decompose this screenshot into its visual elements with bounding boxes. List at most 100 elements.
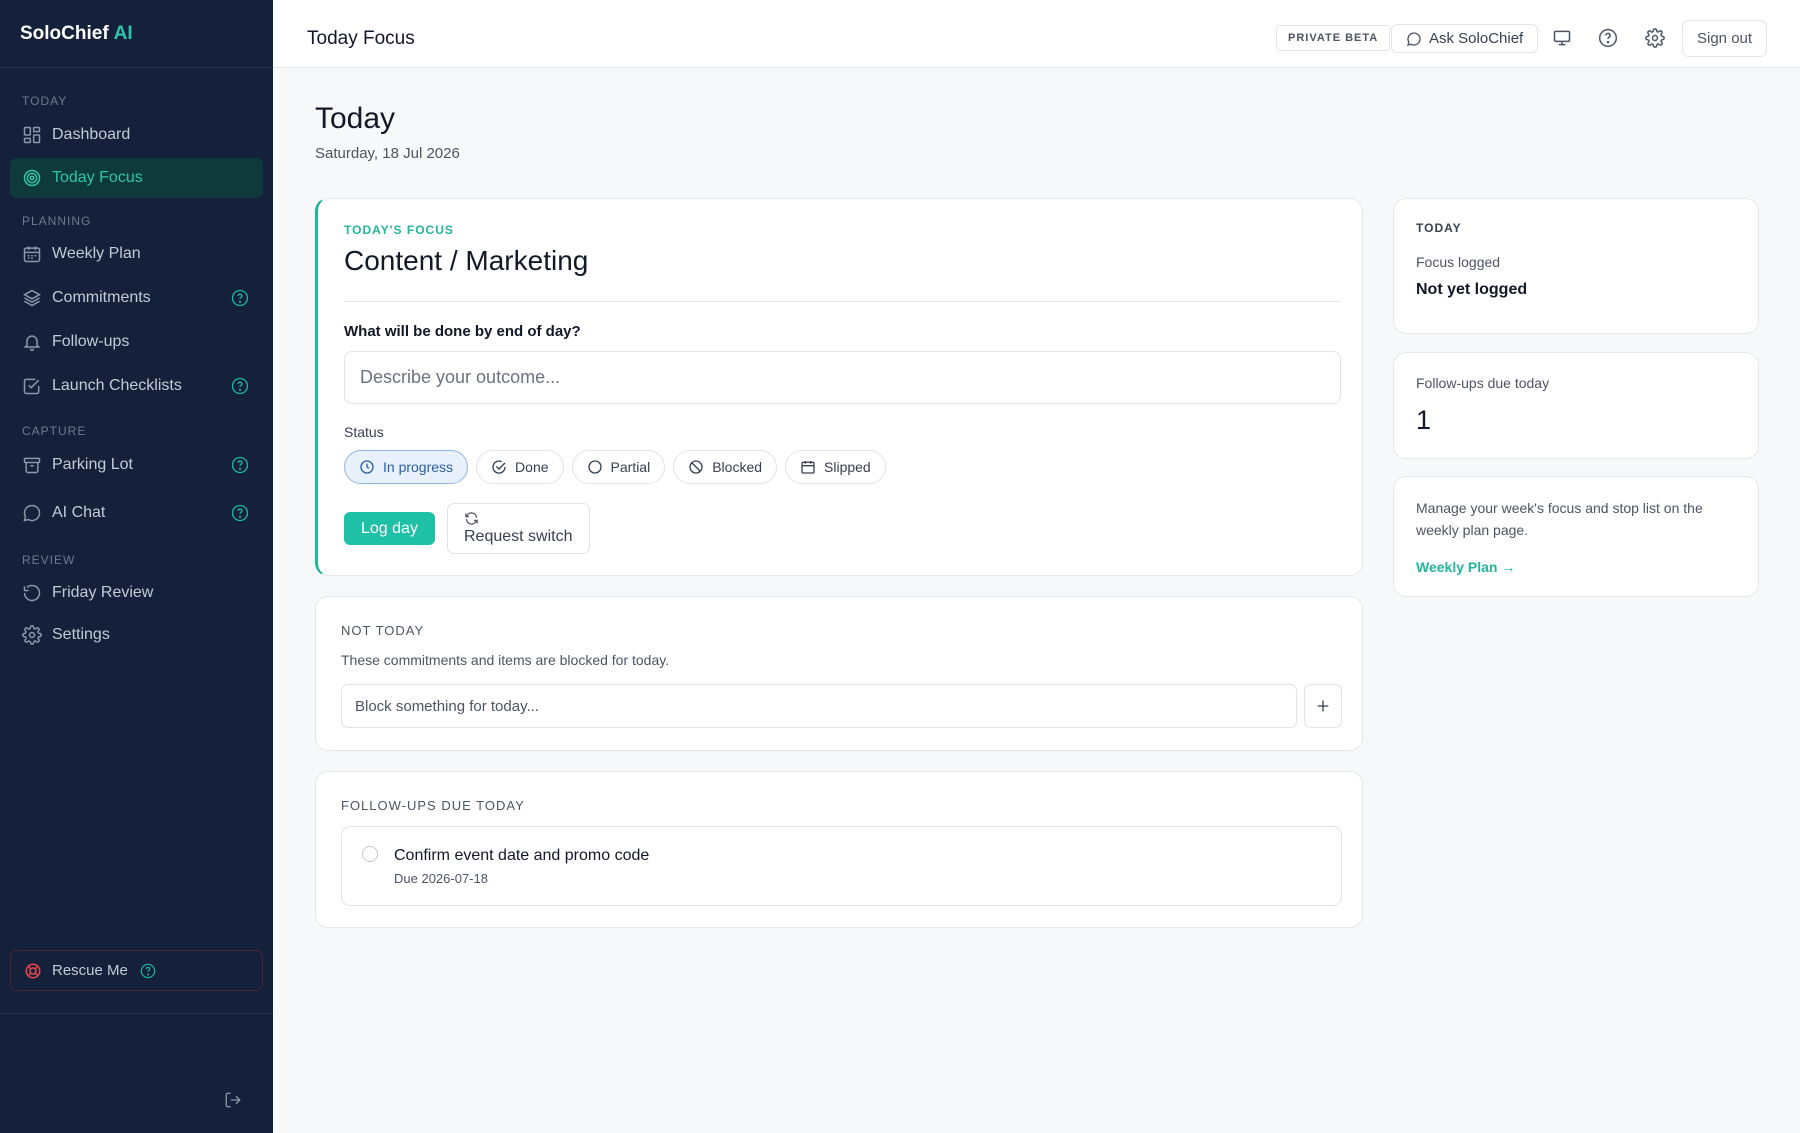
logout-icon[interactable]: [224, 1091, 242, 1109]
sidebar-item-commitments[interactable]: Commitments: [10, 278, 263, 318]
chat-icon: [1407, 31, 1421, 46]
ask-solochief-button[interactable]: Ask SoloChief: [1391, 24, 1539, 53]
sidebar-item-label: Today Focus: [52, 169, 143, 186]
nav-section-capture: CAPTURE: [22, 424, 87, 438]
sidebar-item-label: Parking Lot: [52, 456, 133, 473]
sidebar-item-weekly-plan[interactable]: Weekly Plan: [10, 234, 263, 274]
sidebar-item-label: Weekly Plan: [52, 245, 141, 262]
status-options: In progress Done Partial Blocked Slipped: [344, 450, 886, 484]
status-label: Status: [344, 424, 384, 440]
help-icon[interactable]: [231, 456, 249, 474]
target-icon: [23, 169, 41, 187]
sidebar-item-label: Dashboard: [52, 126, 131, 143]
sidebar-divider: [0, 1013, 273, 1014]
help-icon[interactable]: [140, 963, 156, 979]
request-switch-button[interactable]: Request switch: [447, 503, 590, 554]
status-partial[interactable]: Partial: [571, 450, 666, 484]
help-icon[interactable]: [231, 377, 249, 395]
private-beta-badge: PRIVATE BETA: [1276, 25, 1391, 51]
clock-icon: [360, 460, 374, 474]
topbar-title: Today Focus: [307, 28, 415, 49]
sidebar-item-label: Settings: [52, 626, 110, 643]
rescue-me-button[interactable]: Rescue Me: [10, 950, 263, 991]
weekly-plan-link[interactable]: Weekly Plan →: [1416, 559, 1515, 575]
ask-solochief-label: Ask SoloChief: [1429, 30, 1524, 47]
help-icon[interactable]: [231, 289, 249, 307]
weekly-plan-description: Manage your week's focus and stop list o…: [1416, 500, 1703, 538]
sidebar-item-label: Follow-ups: [52, 333, 130, 350]
log-day-button[interactable]: Log day: [344, 512, 435, 545]
monitor-icon[interactable]: [1552, 28, 1572, 48]
focus-divider: [344, 301, 1341, 302]
nav-section-today: TODAY: [22, 94, 68, 108]
brand-accent: AI: [113, 22, 133, 44]
calendar-icon: [801, 461, 815, 474]
nav-section-planning: PLANNING: [22, 214, 92, 228]
sidebar-item-launch-checklists[interactable]: Launch Checklists: [10, 366, 263, 406]
not-today-label: NOT TODAY: [341, 623, 425, 638]
status-label-text: In progress: [383, 459, 454, 475]
sidebar-item-follow-ups[interactable]: Follow-ups: [10, 322, 263, 362]
archive-icon: [23, 457, 41, 474]
not-today-card: NOT TODAY These commitments and items ar…: [315, 596, 1363, 751]
plus-icon: [1317, 700, 1329, 712]
status-label-text: Blocked: [712, 459, 763, 475]
outcome-question: What will be done by end of day?: [344, 323, 581, 340]
sidebar-item-label: Launch Checklists: [52, 377, 182, 394]
nav-section-review: REVIEW: [22, 553, 76, 567]
followups-due-card: FOLLOW-UPS DUE TODAY Confirm event date …: [315, 771, 1363, 928]
followups-count-value: 1: [1416, 405, 1432, 435]
list-item[interactable]: Confirm event date and promo code Due 20…: [341, 826, 1342, 906]
status-blocked[interactable]: Blocked: [673, 450, 778, 484]
todays-focus-card: TODAY'S FOCUS Content / Marketing What w…: [315, 198, 1363, 576]
page-date: Saturday, 18 Jul 2026: [315, 145, 460, 162]
sidebar-item-label: Friday Review: [52, 584, 154, 601]
outcome-input[interactable]: [344, 351, 1341, 404]
status-done[interactable]: Done: [476, 450, 564, 484]
calendar-icon: [23, 246, 41, 263]
status-in-progress[interactable]: In progress: [344, 450, 469, 484]
refresh-icon: [465, 512, 478, 525]
sidebar-item-parking-lot[interactable]: Parking Lot: [10, 445, 263, 485]
sidebar-item-dashboard[interactable]: Dashboard: [10, 115, 263, 155]
add-block-button[interactable]: [1304, 684, 1342, 728]
blocked-icon: [689, 460, 703, 474]
status-label-text: Done: [515, 459, 549, 475]
status-label-text: Partial: [610, 459, 651, 475]
sidebar-item-today-focus[interactable]: Today Focus: [10, 158, 263, 198]
lifebuoy-icon: [25, 963, 41, 978]
focus-label: TODAY'S FOCUS: [344, 223, 454, 237]
block-item-input[interactable]: [341, 684, 1297, 728]
topbar: Today Focus PRIVATE BETA Ask SoloChief S…: [273, 0, 1800, 68]
followup-due-date: Due 2026-07-18: [394, 871, 488, 886]
followup-checkbox[interactable]: [362, 846, 378, 862]
today-status-card: TODAY Focus logged Not yet logged: [1393, 198, 1759, 334]
followups-due-label: FOLLOW-UPS DUE TODAY: [341, 798, 525, 813]
history-icon: [23, 584, 41, 602]
request-switch-label: Request switch: [464, 528, 573, 545]
page-title: Today: [315, 102, 396, 135]
help-icon[interactable]: [1598, 28, 1618, 48]
gear-icon: [22, 625, 42, 645]
gear-icon[interactable]: [1645, 28, 1665, 48]
rescue-me-label: Rescue Me: [52, 962, 128, 979]
today-card-label: TODAY: [1416, 221, 1462, 235]
status-label-text: Slipped: [824, 459, 871, 475]
sidebar-item-settings[interactable]: Settings: [10, 615, 263, 655]
sidebar-item-ai-chat[interactable]: AI Chat: [10, 493, 263, 533]
followup-title: Confirm event date and promo code: [394, 847, 650, 864]
sidebar-item-friday-review[interactable]: Friday Review: [10, 573, 263, 613]
checkbox-icon: [23, 378, 40, 395]
check-circle-icon: [492, 460, 506, 474]
dashboard-icon: [23, 126, 41, 144]
weekly-plan-card: Manage your week's focus and stop list o…: [1393, 476, 1759, 597]
bell-icon: [23, 335, 41, 352]
circle-icon: [587, 460, 602, 474]
sign-out-button[interactable]: Sign out: [1682, 20, 1768, 57]
brand-logo[interactable]: SoloChief AI: [0, 0, 273, 68]
sidebar-item-label: Commitments: [52, 289, 151, 306]
focus-logged-label: Focus logged: [1416, 254, 1501, 270]
help-icon[interactable]: [231, 504, 249, 522]
focus-title: Content / Marketing: [344, 245, 589, 276]
status-slipped[interactable]: Slipped: [785, 450, 886, 484]
